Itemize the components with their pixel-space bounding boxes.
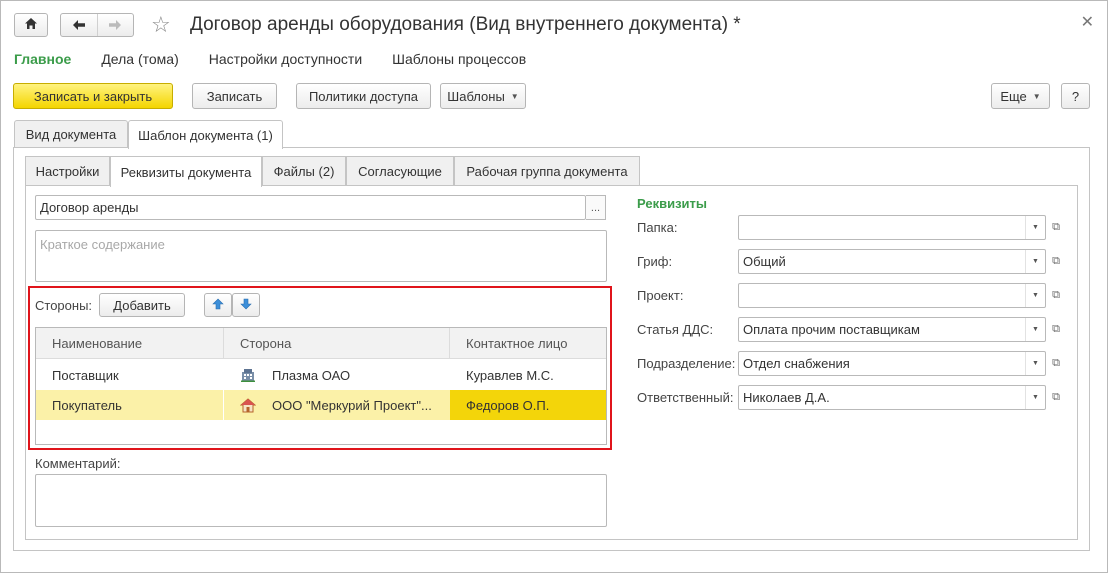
parties-label: Стороны: [35,298,93,313]
responsible-field[interactable]: Николаев Д.А. ▼ [738,385,1046,410]
tab-settings[interactable]: Настройки [25,156,110,186]
window-title: Договор аренды оборудования (Вид внутрен… [190,14,741,35]
add-party-button[interactable]: Добавить [99,293,185,317]
cash-flow-item-field[interactable]: Оплата прочим поставщикам ▼ [738,317,1046,342]
more-button[interactable]: Еще ▼ [991,83,1050,109]
folder-label: Папка: [637,220,678,235]
cash-flow-item-label: Статья ДДС: [637,322,714,337]
dropdown-arrow-icon[interactable]: ▼ [1025,318,1045,341]
close-icon[interactable]: ✕ [1081,12,1094,32]
cell-name: Покупатель [52,397,122,413]
tab-approvers[interactable]: Согласующие [346,156,454,186]
summary-placeholder: Краткое содержание [40,237,165,252]
move-up-button[interactable] [204,293,232,317]
open-form-icon[interactable]: ⧉ [1046,215,1066,240]
cell-contact: Куравлев М.С. [466,367,554,383]
select-button[interactable]: ... [586,195,606,220]
access-policies-button[interactable]: Политики доступа [296,83,431,109]
cell-party: Плазма ОАО [272,367,351,383]
parties-table: Наименование Сторона Контактное лицо Пос… [35,327,607,445]
project-field[interactable]: ▼ [738,283,1046,308]
summary-field[interactable]: Краткое содержание [35,230,607,282]
classification-label: Гриф: [637,254,673,269]
department-value: Отдел снабжения [743,356,850,371]
cash-flow-item-value: Оплата прочим поставщикам [743,322,920,337]
tab-document-requisites[interactable]: Реквизиты документа [110,156,262,187]
back-arrow-icon[interactable] [61,14,97,36]
responsible-label: Ответственный: [637,390,734,405]
dropdown-arrow-icon[interactable]: ▼ [1025,352,1045,375]
table-row[interactable]: Поставщик Плазма ОАО Куравлев М.С. [36,360,606,390]
open-form-icon[interactable]: ⧉ [1046,283,1066,308]
project-label: Проект: [637,288,684,303]
classification-field[interactable]: Общий ▼ [738,249,1046,274]
arrow-up-icon [212,298,224,313]
comment-label: Комментарий: [35,456,121,471]
arrow-down-icon [240,298,252,313]
dropdown-arrow-icon[interactable]: ▼ [1025,216,1045,239]
section-access-settings[interactable]: Настройки доступности [209,51,362,67]
home-button[interactable] [14,13,48,37]
dropdown-arrow-icon: ▼ [1032,91,1041,101]
forward-arrow-icon[interactable] [96,14,134,36]
favorite-star-icon[interactable]: ☆ [151,12,171,38]
dropdown-arrow-icon[interactable]: ▼ [1025,284,1045,307]
dropdown-arrow-icon[interactable]: ▼ [1025,386,1045,409]
section-process-templates[interactable]: Шаблоны процессов [392,51,526,67]
tab-document-kind[interactable]: Вид документа [14,120,128,148]
more-label: Еще [1000,88,1027,104]
comment-field[interactable] [35,474,607,527]
column-header-party[interactable]: Сторона [240,328,440,358]
open-form-icon[interactable]: ⧉ [1046,249,1066,274]
column-header-contact[interactable]: Контактное лицо [466,328,606,358]
table-header: Наименование Сторона Контактное лицо [36,328,606,359]
document-name-field[interactable]: Договор аренды [35,195,586,220]
column-divider [223,328,224,358]
tab-files[interactable]: Файлы (2) [262,156,346,186]
templates-button[interactable]: Шаблоны ▼ [440,83,526,109]
column-divider [223,390,224,420]
department-label: Подразделение: [637,356,736,371]
section-cases[interactable]: Дела (тома) [101,51,178,67]
cell-contact-current: Федоров О.П. [450,390,606,420]
home-icon [24,17,38,33]
open-form-icon[interactable]: ⧉ [1046,317,1066,342]
title-bar: ☆ Договор аренды оборудования (Вид внутр… [1,1,1107,47]
requisites-group-title: Реквизиты [637,196,707,211]
document-name-value: Договор аренды [40,200,139,215]
dropdown-arrow-icon[interactable]: ▼ [1025,250,1045,273]
document-window: ☆ Договор аренды оборудования (Вид внутр… [0,0,1108,573]
navigation-buttons [60,13,134,37]
move-down-button[interactable] [232,293,260,317]
table-row-selected[interactable]: Покупатель ООО "Меркурий Проект"... Федо… [36,390,606,420]
templates-label: Шаблоны [447,88,505,104]
dropdown-arrow-icon: ▼ [510,91,519,101]
section-main[interactable]: Главное [14,51,71,67]
responsible-value: Николаев Д.А. [743,390,830,405]
house-icon [240,390,264,420]
building-icon [240,360,264,390]
classification-value: Общий [743,254,786,269]
open-form-icon[interactable]: ⧉ [1046,351,1066,376]
tab-document-template[interactable]: Шаблон документа (1) [128,120,283,149]
save-button[interactable]: Записать [192,83,277,109]
open-form-icon[interactable]: ⧉ [1046,385,1066,410]
cell-name: Поставщик [52,367,119,383]
column-header-name[interactable]: Наименование [52,328,222,358]
cell-party: ООО "Меркурий Проект"... [272,397,432,413]
section-nav: Главное Дела (тома) Настройки доступност… [14,51,556,67]
folder-field[interactable]: ▼ [738,215,1046,240]
department-field[interactable]: Отдел снабжения ▼ [738,351,1046,376]
help-button[interactable]: ? [1061,83,1090,109]
column-divider [449,328,450,358]
tab-work-group[interactable]: Рабочая группа документа [454,156,640,186]
save-and-close-button[interactable]: Записать и закрыть [13,83,173,109]
